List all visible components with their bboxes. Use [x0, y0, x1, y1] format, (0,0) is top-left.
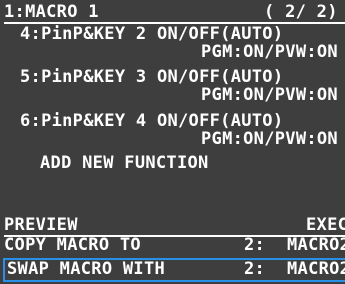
swap-macro-with-label[interactable]: SWAP MACRO WITH	[7, 261, 165, 278]
function-item-6[interactable]: 6:PinP&KEY 4 ON/OFF(AUTO)	[20, 113, 283, 130]
function-item-5[interactable]: 5:PinP&KEY 3 ON/OFF(AUTO)	[20, 69, 283, 86]
copy-macro-to-label[interactable]: COPY MACRO TO	[4, 237, 141, 254]
macro-screen: 1:MACRO 1 ( 2/ 2) 4:PinP&KEY 2 ON/OFF(AU…	[0, 0, 345, 284]
macro-title: 1:MACRO 1	[4, 2, 99, 22]
copy-macro-number: 2:	[244, 235, 266, 255]
function-status-4: PGM:ON/PVW:ON	[201, 42, 338, 62]
preview-label[interactable]: PREVIEW	[4, 217, 78, 234]
function-item-4[interactable]: 4:PinP&KEY 2 ON/OFF(AUTO)	[20, 26, 283, 43]
function-status-6: PGM:ON/PVW:ON	[201, 129, 338, 149]
page-indicator: ( 2/ 2)	[264, 2, 338, 22]
add-new-function[interactable]: ADD NEW FUNCTION	[40, 155, 209, 172]
header: 1:MACRO 1 ( 2/ 2)	[4, 4, 344, 23]
copy-macro-target[interactable]: MACRO2	[287, 237, 345, 254]
swap-macro-target[interactable]: MACRO2	[287, 261, 345, 278]
swap-macro-number: 2:	[244, 259, 266, 279]
preview-exec[interactable]: EXEC	[306, 217, 345, 234]
function-status-5: PGM:ON/PVW:ON	[201, 85, 338, 105]
